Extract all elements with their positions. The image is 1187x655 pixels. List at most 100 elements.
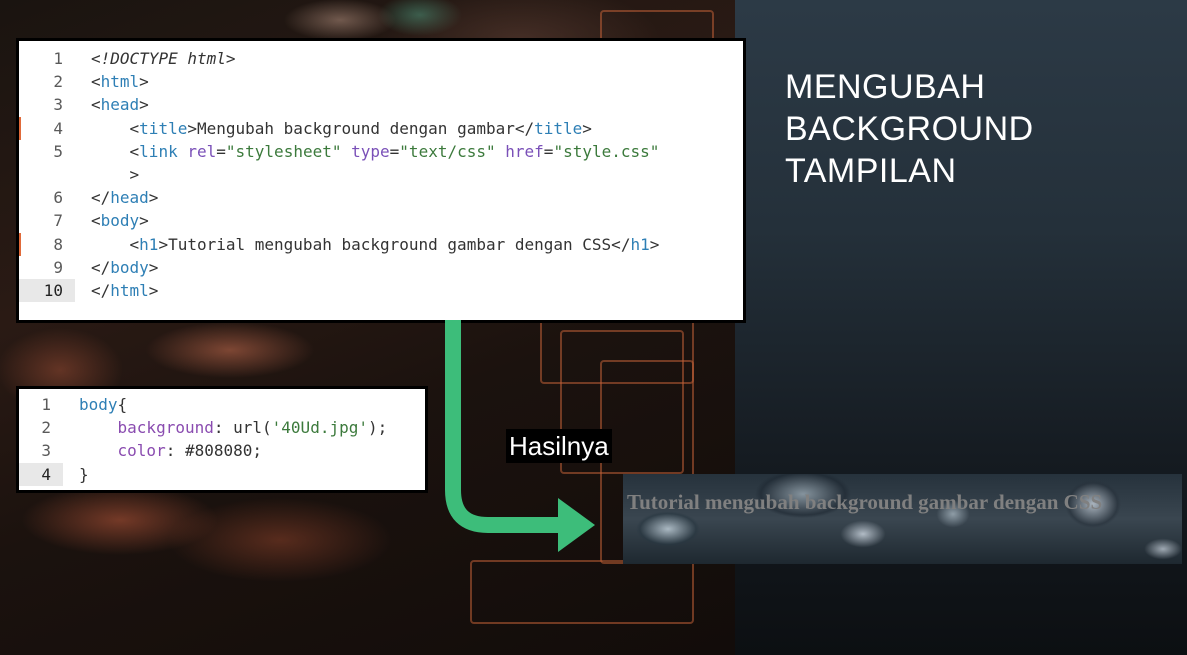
code-token: color (117, 441, 166, 461)
code-line: 2 background: url('40Ud.jpg'); (19, 416, 425, 439)
code-text: } (63, 463, 89, 486)
line-number: 10 (19, 278, 75, 303)
title-line: BACKGROUND (785, 110, 1034, 148)
code-line: 2 <html> (19, 70, 743, 93)
code-token: "text/css" (399, 141, 496, 161)
code-line: 7 <body> (19, 209, 743, 232)
title-line: MENGUBAH (785, 68, 986, 106)
line-number: 5 (53, 141, 63, 161)
code-text: color: #808080; (63, 439, 263, 462)
code-token: < (91, 234, 140, 254)
code-line: > (19, 163, 743, 186)
code-token: = (543, 141, 554, 161)
line-number: 4 (19, 462, 63, 486)
code-token: title (534, 118, 583, 138)
line-number: 2 (53, 72, 63, 92)
code-token: head (100, 95, 140, 115)
code-token: = (389, 141, 400, 161)
code-text: <!DOCTYPE html> (75, 47, 236, 70)
code-text: <title>Mengubah background dengan gambar… (75, 117, 592, 140)
code-token: < (91, 141, 140, 161)
line-number: 4 (53, 118, 63, 138)
code-token: </ (91, 188, 111, 208)
code-line: 9 </body> (19, 256, 743, 279)
code-token: </ (91, 257, 111, 277)
code-token: "stylesheet" (225, 141, 342, 161)
line-number: 9 (53, 257, 63, 277)
code-token: > (139, 95, 149, 115)
code-text: background: url('40Ud.jpg'); (63, 416, 388, 439)
line-number (19, 163, 75, 186)
code-token: < (91, 49, 101, 68)
html-code-lines: 1 <!DOCTYPE html> 2 <html> 3 <head> 4 <title>M… (19, 41, 743, 303)
code-line: 4 <title>Mengubah background dengan gamb… (19, 117, 743, 140)
code-token: html (100, 72, 140, 92)
code-token: h1 (139, 234, 159, 254)
title-line: TAMPILAN (785, 152, 957, 190)
code-line: 3 <head> (19, 93, 743, 116)
code-text: > (75, 163, 140, 186)
code-token: '40Ud.jpg' (271, 418, 368, 438)
line-number: 7 (53, 211, 63, 231)
code-token: < (91, 118, 140, 138)
result-label: Hasilnya (506, 429, 612, 463)
code-token: rel (187, 141, 217, 161)
code-token: : #808080; (165, 441, 263, 461)
code-token: body (110, 257, 149, 277)
code-token: body (100, 211, 140, 231)
code-token: html (110, 280, 149, 300)
code-text: <head> (75, 93, 149, 116)
code-token: > (91, 164, 140, 184)
code-line: 1 body{ (19, 393, 425, 416)
code-token: link (139, 141, 178, 161)
css-code-snippet: 1 body{2 background: url('40Ud.jpg'); 3 co… (16, 386, 428, 493)
code-line: 10 </html> (19, 278, 743, 303)
circuit-trace (470, 560, 694, 624)
code-text: <h1>Tutorial mengubah background gambar … (75, 233, 660, 256)
code-token: { (117, 395, 128, 414)
code-line: 8 <h1>Tutorial mengubah background gamba… (19, 233, 743, 256)
code-text: body{ (63, 393, 127, 416)
result-preview-image: Tutorial mengubah background gambar deng… (623, 474, 1182, 564)
line-number: 6 (53, 188, 63, 208)
line-number: 8 (53, 234, 63, 254)
code-token: < (91, 95, 101, 115)
code-token: : url( (213, 418, 272, 438)
line-number: 1 (41, 395, 51, 414)
code-text: </body> (75, 256, 158, 279)
code-token: > (148, 188, 159, 208)
line-number: 2 (41, 418, 51, 438)
code-text: </head> (75, 186, 158, 209)
code-line: 1 <!DOCTYPE html> (19, 47, 743, 70)
code-token: > (139, 211, 149, 231)
code-token: > (649, 234, 660, 254)
code-token: h1 (630, 234, 650, 254)
code-token: > (139, 72, 149, 92)
code-token: ); (367, 418, 388, 438)
code-token: } (79, 464, 89, 484)
code-token: title (139, 118, 188, 138)
code-token: </ (91, 280, 111, 300)
code-line: 3 color: #808080; (19, 439, 425, 462)
code-token: !DOCTYPE html (100, 49, 226, 68)
code-token: >Tutorial mengubah background gambar den… (158, 234, 631, 254)
code-token: head (110, 188, 149, 208)
code-token: href (505, 141, 544, 161)
code-text: </html> (75, 279, 158, 302)
code-token: < (91, 211, 101, 231)
code-token: > (582, 118, 592, 138)
code-text: <link rel="stylesheet" type="text/css" h… (75, 140, 660, 163)
result-heading: Tutorial mengubah background gambar deng… (627, 490, 1103, 514)
line-number: 1 (53, 49, 63, 68)
css-code-lines: 1 body{2 background: url('40Ud.jpg'); 3 co… (19, 389, 425, 486)
line-number: 3 (41, 441, 51, 461)
code-token: = (216, 141, 226, 161)
code-token: > (225, 49, 236, 68)
code-token: < (91, 72, 101, 92)
code-token: body (79, 395, 118, 414)
line-number: 3 (53, 95, 63, 115)
